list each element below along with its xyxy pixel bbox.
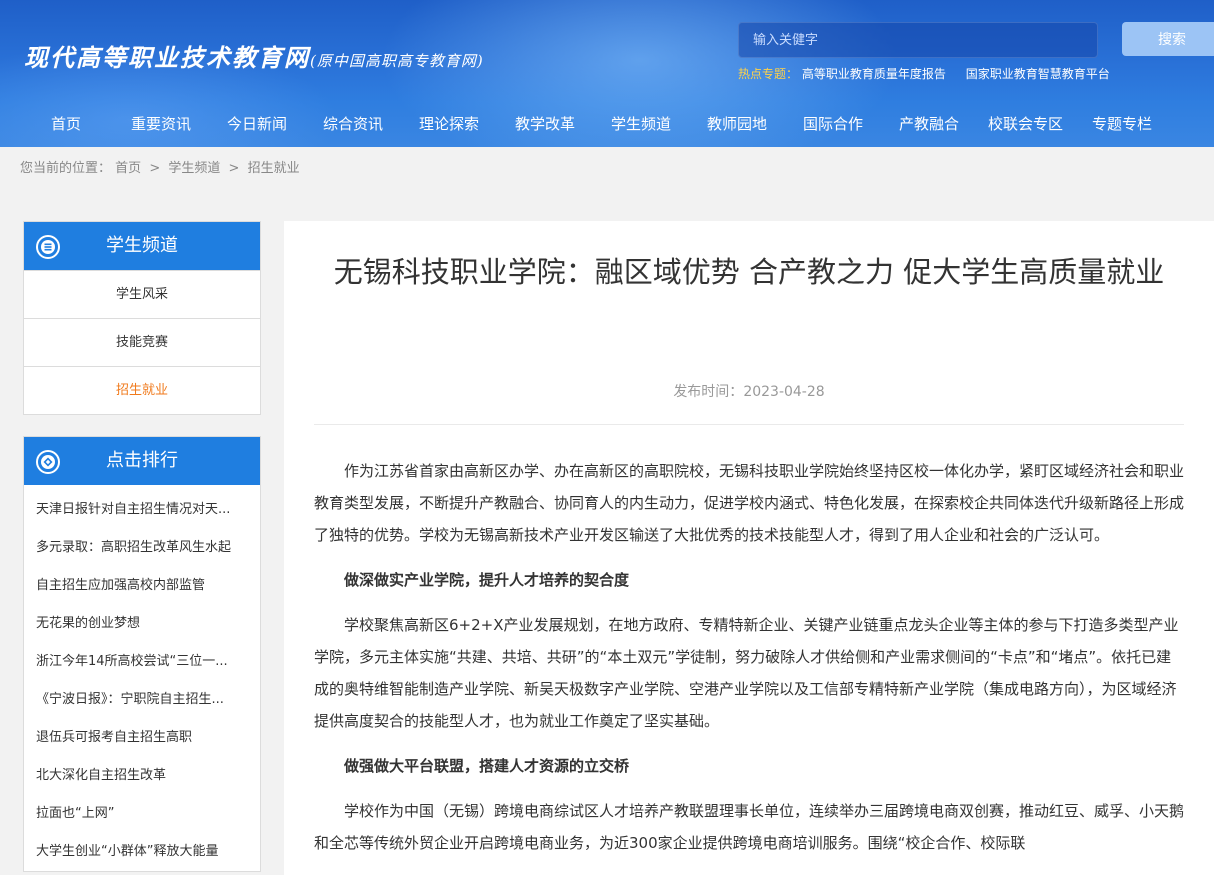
nav-item-teaching-reform[interactable]: 教学改革 xyxy=(515,105,575,143)
nav-item-home[interactable]: 首页 xyxy=(51,105,81,143)
ranking-item[interactable]: 北大深化自主招生改革 xyxy=(24,757,260,795)
article-subheading: 做强做大平台联盟，搭建人才资源的立交桥 xyxy=(344,757,630,775)
hot-topic-link[interactable]: 高等职业教育质量年度报告 xyxy=(802,67,946,81)
article-subheading: 做深做实产业学院，提升人才培养的契合度 xyxy=(344,571,630,589)
nav-item-general-news[interactable]: 综合资讯 xyxy=(323,105,383,143)
breadcrumb: 您当前的位置： 首页 > 学生频道 > 招生就业 xyxy=(0,147,1214,191)
article-paragraph: 学校作为中国（无锡）跨境电商综试区人才培养产教联盟理事长单位，连续举办三届跨境电… xyxy=(314,802,1185,852)
article-meta: 发布时间：2023-04-28 xyxy=(284,381,1214,401)
ranking-item[interactable]: 自主招生应加强高校内部监管 xyxy=(24,567,260,605)
channel-box-label: 学生频道 xyxy=(106,235,178,256)
breadcrumb-home[interactable]: 首页 xyxy=(115,161,141,176)
ranking-item[interactable]: 多元录取：高职招生改革风生水起 xyxy=(24,529,260,567)
search-button[interactable]: 搜索 xyxy=(1122,22,1214,56)
main-nav: 首页 重要资讯 今日新闻 综合资讯 理论探索 教学改革 学生频道 教师园地 国际… xyxy=(0,105,1214,143)
hot-topics: 热点专题： 高等职业教育质量年度报告 国家职业教育智慧教育平台 xyxy=(738,65,1126,82)
breadcrumb-students[interactable]: 学生频道 xyxy=(168,161,220,176)
ranking-list: 天津日报针对自主招生情况对天... 多元录取：高职招生改革风生水起 自主招生应加… xyxy=(24,485,260,871)
breadcrumb-admission[interactable]: 招生就业 xyxy=(248,161,300,176)
sidebar: 学生频道 学生风采 技能竞赛 招生就业 点击排行 天津日报针对自主招生情况对天.… xyxy=(23,221,261,875)
nav-item-industry[interactable]: 产教融合 xyxy=(899,105,959,143)
article-title: 无锡科技职业学院：融区域优势 合产教之力 促大学生高质量就业 xyxy=(333,255,1165,289)
site-header: 现代高等职业技术教育网(原中国高职高专教育网) 搜索 热点专题： 高等职业教育质… xyxy=(0,0,1214,147)
channel-box-title: 学生频道 xyxy=(24,222,260,270)
ranking-item[interactable]: 天津日报针对自主招生情况对天... xyxy=(24,491,260,529)
breadcrumb-separator: > xyxy=(149,161,161,176)
ranking-item[interactable]: 退伍兵可报考自主招生高职 xyxy=(24,719,260,757)
sidebar-item-skill-contest[interactable]: 技能竞赛 xyxy=(24,318,260,366)
ranking-item[interactable]: 大学生创业“小群体”释放大能量 xyxy=(24,833,260,871)
ranking-box-title: 点击排行 xyxy=(24,437,260,485)
search-input[interactable] xyxy=(738,22,1098,58)
nav-item-topics[interactable]: 专题专栏 xyxy=(1092,105,1152,143)
publish-date: 2023-04-28 xyxy=(743,384,825,400)
article-paragraph: 作为江苏省首家由高新区办学、办在高新区的高职院校，无锡科技职业学院始终坚持区校一… xyxy=(314,462,1185,544)
nav-item-theory[interactable]: 理论探索 xyxy=(419,105,479,143)
sidebar-item-student-style[interactable]: 学生风采 xyxy=(24,270,260,318)
hot-topic-link[interactable]: 国家职业教育智慧教育平台 xyxy=(966,67,1110,81)
breadcrumb-separator: > xyxy=(228,161,240,176)
nav-item-international[interactable]: 国际合作 xyxy=(803,105,863,143)
logo-sub: (原中国高职高专教育网) xyxy=(310,52,484,70)
article-paragraph: 学校聚焦高新区6+2+X产业发展规划，在地方政府、专精特新企业、关键产业链重点龙… xyxy=(314,616,1179,730)
site-logo[interactable]: 现代高等职业技术教育网(原中国高职高专教育网) xyxy=(24,38,484,73)
ranking-item[interactable]: 无花果的创业梦想 xyxy=(24,605,260,643)
list-circle-icon xyxy=(36,235,60,259)
ranking-item[interactable]: 《宁波日报》：宁职院自主招生... xyxy=(24,681,260,719)
ranking-box-label: 点击排行 xyxy=(106,450,178,471)
article-panel: 无锡科技职业学院：融区域优势 合产教之力 促大学生高质量就业 发布时间：2023… xyxy=(284,221,1214,875)
nav-item-today-news[interactable]: 今日新闻 xyxy=(227,105,287,143)
nav-item-teachers[interactable]: 教师园地 xyxy=(707,105,767,143)
ranking-item[interactable]: 拉面也“上网” xyxy=(24,795,260,833)
diamond-circle-icon xyxy=(36,450,60,474)
ranking-item[interactable]: 浙江今年14所高校尝试“三位一... xyxy=(24,643,260,681)
publish-label: 发布时间： xyxy=(673,384,744,400)
nav-item-important-news[interactable]: 重要资讯 xyxy=(131,105,191,143)
sidebar-item-admission[interactable]: 招生就业 xyxy=(24,366,260,414)
article-body: 作为江苏省首家由高新区办学、办在高新区的高职院校，无锡科技职业学院始终坚持区校一… xyxy=(314,455,1184,872)
ranking-box: 点击排行 天津日报针对自主招生情况对天... 多元录取：高职招生改革风生水起 自… xyxy=(23,436,261,872)
breadcrumb-prefix: 您当前的位置： xyxy=(20,161,112,176)
logo-main: 现代高等职业技术教育网 xyxy=(24,43,310,72)
channel-box: 学生频道 学生风采 技能竞赛 招生就业 xyxy=(23,221,261,415)
hot-topics-label: 热点专题： xyxy=(738,67,799,81)
nav-item-alliance[interactable]: 校联会专区 xyxy=(988,105,1063,143)
divider xyxy=(314,424,1184,425)
nav-item-students[interactable]: 学生频道 xyxy=(611,105,671,143)
